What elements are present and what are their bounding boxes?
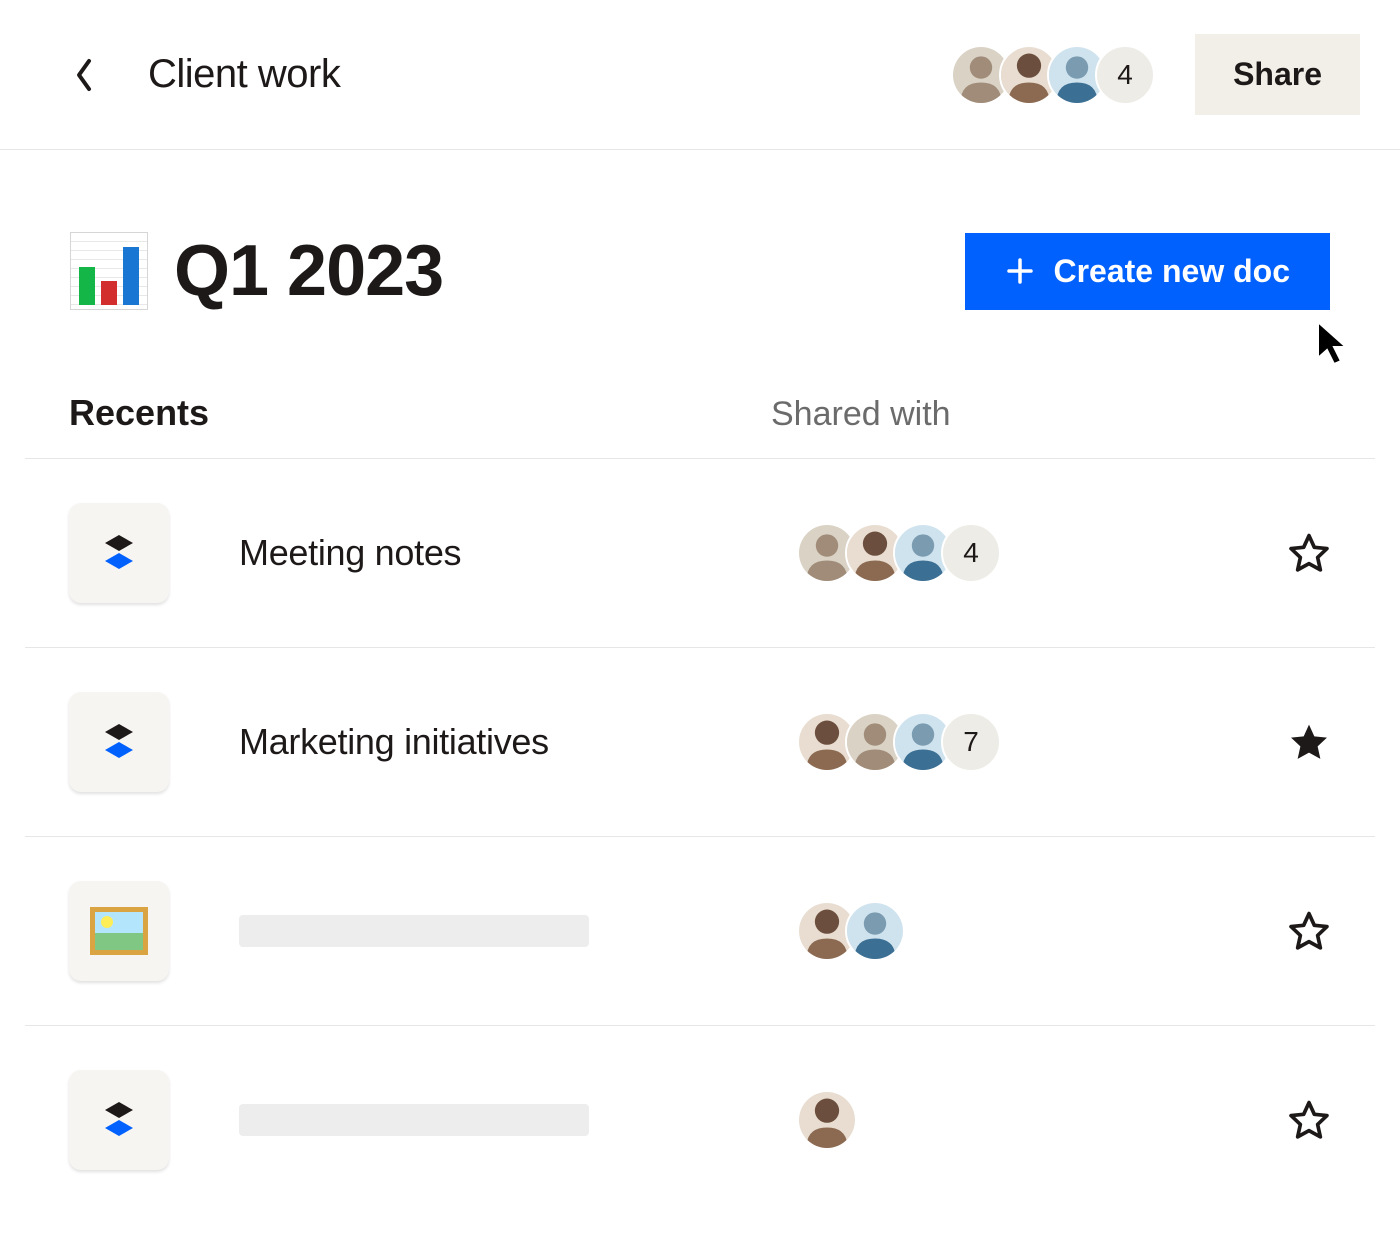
star-toggle[interactable]: [1287, 720, 1331, 764]
doc-name-placeholder: [239, 1104, 727, 1136]
table-row[interactable]: [25, 1026, 1375, 1214]
doc-name-placeholder: [239, 915, 727, 947]
avatar-overflow-count: 4: [941, 523, 1001, 583]
avatar-overflow-count: 7: [941, 712, 1001, 772]
shared-avatar-group[interactable]: [797, 901, 1217, 961]
star-filled-icon: [1287, 720, 1331, 764]
column-shared-with: Shared with: [771, 395, 1331, 434]
picture-file-icon: [69, 881, 169, 981]
header-bar: Client work 4 Share: [0, 0, 1400, 150]
shared-avatar-group[interactable]: [797, 1090, 1217, 1150]
create-new-doc-button[interactable]: Create new doc: [965, 233, 1330, 310]
plus-icon: [1005, 256, 1035, 286]
doc-name: Marketing initiatives: [239, 721, 727, 763]
title-row: Q1 2023 Create new doc: [0, 150, 1400, 342]
star-outline-icon: [1287, 1098, 1331, 1142]
paper-doc-icon: [69, 692, 169, 792]
share-button-label: Share: [1233, 56, 1322, 92]
page-title: Q1 2023: [174, 230, 443, 312]
recents-table: Recents Shared with Meeting notes 4 Mark…: [0, 342, 1400, 1214]
star-toggle[interactable]: [1287, 909, 1331, 953]
table-row[interactable]: [25, 837, 1375, 1026]
star-toggle[interactable]: [1287, 531, 1331, 575]
star-outline-icon: [1287, 531, 1331, 575]
column-recents: Recents: [69, 392, 771, 434]
shared-avatar-group[interactable]: 4: [797, 523, 1217, 583]
star-outline-icon: [1287, 909, 1331, 953]
back-button[interactable]: [60, 51, 108, 99]
header-avatar-group[interactable]: 4: [951, 45, 1155, 105]
avatar-overflow-count: 4: [1095, 45, 1155, 105]
breadcrumb[interactable]: Client work: [148, 52, 340, 97]
paper-doc-icon: [69, 503, 169, 603]
avatar: [845, 901, 905, 961]
doc-name: Meeting notes: [239, 532, 727, 574]
table-row[interactable]: Marketing initiatives 7: [25, 648, 1375, 837]
chevron-left-icon: [74, 58, 94, 92]
avatar: [797, 1090, 857, 1150]
star-toggle[interactable]: [1287, 1098, 1331, 1142]
bar-chart-icon: [70, 232, 148, 310]
share-button[interactable]: Share: [1195, 34, 1360, 115]
shared-avatar-group[interactable]: 7: [797, 712, 1217, 772]
create-button-label: Create new doc: [1053, 253, 1290, 290]
table-row[interactable]: Meeting notes 4: [25, 459, 1375, 648]
column-headers: Recents Shared with: [25, 392, 1375, 459]
paper-doc-icon: [69, 1070, 169, 1170]
